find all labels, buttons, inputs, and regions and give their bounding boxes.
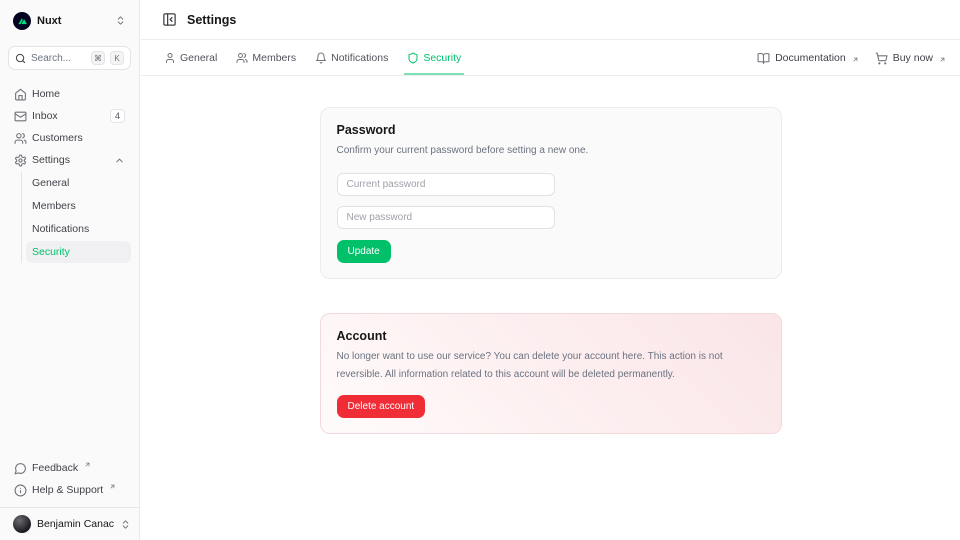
inbox-count-badge: 4 — [110, 109, 125, 123]
tab-security[interactable]: Security — [404, 41, 464, 75]
sidebar-item-security[interactable]: Security — [26, 241, 131, 263]
tab-members[interactable]: Members — [233, 41, 299, 75]
delete-account-button[interactable]: Delete account — [337, 395, 426, 418]
tab-general[interactable]: General — [161, 41, 220, 75]
sidebar-item-label: Members — [32, 200, 76, 212]
external-link-icon — [939, 56, 946, 63]
sidebar-item-label: Notifications — [32, 223, 89, 235]
sidebar-item-label: Customers — [32, 132, 125, 144]
sidebar-item-inbox[interactable]: Inbox 4 — [8, 105, 131, 127]
user-name: Benjamin Canac — [37, 518, 114, 530]
settings-subtree: General Members Notifications Security — [21, 172, 131, 263]
buy-now-link[interactable]: Buy now — [875, 52, 946, 65]
tab-label: Notifications — [331, 52, 388, 64]
tab-label: Security — [423, 52, 461, 64]
toolbar-link-label: Documentation — [775, 52, 846, 64]
shopping-cart-icon — [875, 52, 888, 65]
users-icon — [14, 132, 27, 145]
sidebar-nav: Home Inbox 4 Customers Settings General … — [0, 83, 139, 263]
toolbar-link-label: Buy now — [893, 52, 933, 64]
info-icon — [14, 484, 27, 497]
nuxt-logo-icon — [13, 12, 31, 30]
page-header: Settings — [141, 0, 960, 40]
bell-icon — [315, 52, 327, 64]
external-link-icon — [84, 461, 91, 468]
sidebar-footer: Feedback Help & Support Benjamin Canac — [0, 457, 139, 540]
sidebar-item-members[interactable]: Members — [26, 195, 131, 217]
footer-link-label: Help & Support — [32, 484, 103, 496]
sidebar: Nuxt Search... ⌘ K Home Inbox 4 Customer… — [0, 0, 140, 540]
tab-notifications[interactable]: Notifications — [312, 41, 391, 75]
panel-left-close-icon[interactable] — [162, 12, 177, 27]
help-support-link[interactable]: Help & Support — [8, 479, 131, 501]
search-icon — [15, 53, 26, 64]
chevrons-up-down-icon — [115, 15, 126, 26]
account-card-title: Account — [337, 329, 765, 343]
avatar — [13, 515, 31, 533]
password-card-title: Password — [337, 123, 765, 137]
chevrons-up-down-icon — [120, 519, 131, 530]
sidebar-item-label: Inbox — [32, 110, 105, 122]
gear-icon — [14, 154, 27, 167]
users-icon — [236, 52, 248, 64]
user-icon — [164, 52, 176, 64]
tab-label: General — [180, 52, 217, 64]
account-card-description: No longer want to use our service? You c… — [337, 348, 765, 385]
team-selector[interactable]: Nuxt — [8, 8, 131, 33]
external-link-icon — [109, 483, 116, 490]
kbd-meta: ⌘ — [91, 51, 105, 65]
user-menu[interactable]: Benjamin Canac — [8, 508, 131, 540]
sidebar-item-label: Home — [32, 88, 125, 100]
search-placeholder: Search... — [31, 53, 86, 64]
sidebar-item-notifications[interactable]: Notifications — [26, 218, 131, 240]
sidebar-item-label: General — [32, 177, 69, 189]
page-title: Settings — [187, 13, 236, 27]
shield-icon — [407, 52, 419, 64]
password-card: Password Confirm your current password b… — [320, 107, 782, 279]
new-password-field[interactable] — [337, 206, 555, 229]
search-input[interactable]: Search... ⌘ K — [8, 46, 131, 70]
kbd-k: K — [110, 51, 124, 65]
chevron-up-icon — [114, 155, 125, 166]
home-icon — [14, 88, 27, 101]
feedback-link[interactable]: Feedback — [8, 457, 131, 479]
inbox-icon — [14, 110, 27, 123]
sidebar-item-home[interactable]: Home — [8, 83, 131, 105]
current-password-field[interactable] — [337, 173, 555, 196]
sidebar-item-general[interactable]: General — [26, 172, 131, 194]
tab-bar: General Members Notifications Security D… — [141, 41, 960, 76]
sidebar-item-settings[interactable]: Settings — [8, 149, 131, 171]
team-name: Nuxt — [37, 15, 109, 27]
sidebar-item-label: Security — [32, 246, 70, 258]
message-circle-icon — [14, 462, 27, 475]
book-open-icon — [757, 52, 770, 65]
update-button[interactable]: Update — [337, 240, 391, 263]
sidebar-item-label: Settings — [32, 154, 109, 166]
footer-link-label: Feedback — [32, 462, 78, 474]
tab-label: Members — [252, 52, 296, 64]
external-link-icon — [852, 56, 859, 63]
password-card-description: Confirm your current password before set… — [337, 142, 765, 161]
account-card: Account No longer want to use our servic… — [320, 313, 782, 434]
documentation-link[interactable]: Documentation — [757, 52, 859, 65]
settings-security-panel: Password Confirm your current password b… — [141, 77, 960, 540]
sidebar-item-customers[interactable]: Customers — [8, 127, 131, 149]
